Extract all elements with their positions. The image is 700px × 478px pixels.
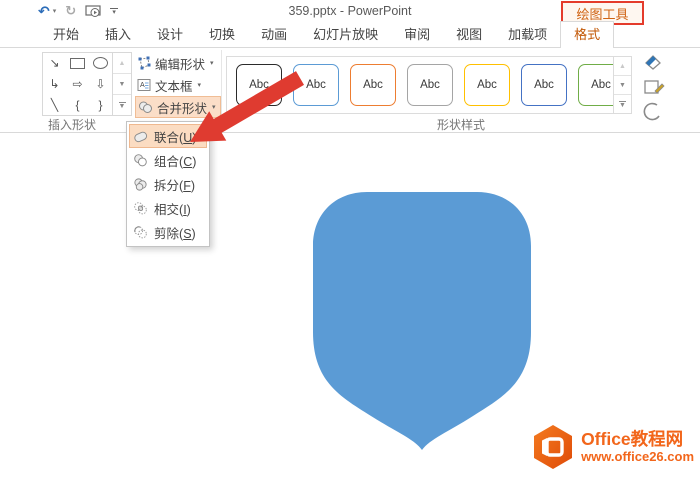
shape-styles-group-label: 形状样式: [391, 116, 531, 133]
tab-slideshow[interactable]: 幻灯片放映: [300, 22, 391, 47]
edit-shape-button[interactable]: 编辑形状 ▾: [135, 52, 221, 74]
ribbon-tab-row: 开始 插入 设计 切换 动画 幻灯片放映 审阅 视图 加载项 格式: [0, 22, 700, 48]
tab-insert[interactable]: 插入: [92, 22, 144, 47]
shape-effects-icon[interactable]: [641, 101, 665, 121]
tab-animations[interactable]: 动画: [248, 22, 300, 47]
tab-view[interactable]: 视图: [443, 22, 495, 47]
merge-shapes-button[interactable]: 合并形状 ▾: [135, 96, 221, 118]
shape-fill-icon[interactable]: [641, 53, 665, 73]
merge-shapes-icon: [138, 100, 153, 114]
shape-oval-icon[interactable]: [89, 53, 112, 74]
shapes-scroll-up-button[interactable]: ▲: [113, 53, 131, 74]
merge-shapes-label: 合并形状: [157, 98, 207, 117]
merge-shapes-menu: 联合(U) 组合(C) 拆分(F) 相交(I) 剪除(S): [126, 121, 210, 247]
combine-icon: [133, 153, 148, 168]
svg-text:A: A: [140, 82, 145, 89]
watermark-logo: Office教程网 www.office26.com: [532, 424, 694, 470]
menu-item-combine[interactable]: 组合(C): [129, 148, 207, 172]
fragment-icon: [133, 177, 148, 192]
tab-addins[interactable]: 加载项: [495, 22, 560, 47]
shape-right-arrow-icon[interactable]: ⇨: [66, 74, 89, 95]
title-bar: ↶ ▾ ↻ ▾ 359.pptx - PowerPoint 绘图工具: [0, 0, 700, 22]
edit-shape-icon: [137, 56, 151, 70]
shape-left-brace-icon[interactable]: {: [66, 94, 89, 115]
shapes-scroll-down-button[interactable]: ▼: [113, 74, 131, 95]
shape-right-brace-icon[interactable]: }: [89, 94, 112, 115]
shape-style-preset[interactable]: Abc: [350, 64, 396, 106]
shape-style-preset[interactable]: Abc: [521, 64, 567, 106]
shape-styles-gallery: Abc Abc Abc Abc Abc Abc Abc: [226, 56, 614, 114]
text-box-button[interactable]: A 文本框 ▾: [135, 74, 221, 96]
text-box-label: 文本框: [155, 76, 193, 95]
menu-item-subtract[interactable]: 剪除(S): [129, 220, 207, 244]
text-box-icon: A: [137, 78, 151, 92]
union-icon: [133, 129, 148, 144]
blue-balloon-shape[interactable]: [313, 192, 531, 450]
styles-gallery-scrollbar: ▲ ▼ ▼: [613, 56, 632, 114]
tab-review[interactable]: 审阅: [391, 22, 443, 47]
shape-line-icon[interactable]: ↘: [43, 53, 66, 74]
shape-style-preset[interactable]: Abc: [236, 64, 282, 106]
balloon-path: [313, 192, 531, 450]
edit-shape-label: 编辑形状: [155, 54, 205, 73]
styles-gallery-more-button[interactable]: ▼: [614, 95, 631, 113]
chevron-down-icon: ▾: [212, 103, 216, 111]
tab-home[interactable]: 开始: [40, 22, 92, 47]
shape-style-preset[interactable]: Abc: [407, 64, 453, 106]
shape-curve-icon[interactable]: ╲: [43, 94, 66, 115]
styles-scroll-up-button[interactable]: ▲: [614, 57, 631, 76]
chevron-down-icon: ▾: [198, 81, 202, 89]
shape-elbow-connector-icon[interactable]: ↳: [43, 74, 66, 95]
tab-transitions[interactable]: 切换: [196, 22, 248, 47]
tab-format[interactable]: 格式: [560, 21, 614, 48]
subtract-icon: [133, 225, 148, 240]
shape-down-arrow-icon[interactable]: ⇩: [89, 74, 112, 95]
tab-design[interactable]: 设计: [144, 22, 196, 47]
chevron-down-icon: ▾: [210, 59, 214, 67]
menu-item-fragment[interactable]: 拆分(F): [129, 172, 207, 196]
intersect-icon: [133, 201, 148, 216]
shape-rectangle-icon[interactable]: [66, 53, 89, 74]
shape-style-preset[interactable]: Abc: [464, 64, 510, 106]
shape-style-preset[interactable]: Abc: [293, 64, 339, 106]
ribbon: ↘ ↳ ⇨ ⇩ ╲ { } ▲ ▼ ▼ 编: [0, 48, 700, 133]
styles-scroll-down-button[interactable]: ▼: [614, 76, 631, 95]
insert-shapes-group-label: 插入形状: [48, 116, 96, 133]
watermark-url[interactable]: www.office26.com: [581, 450, 694, 464]
menu-item-intersect[interactable]: 相交(I): [129, 196, 207, 220]
office-hexagon-icon: [532, 424, 574, 470]
shape-outline-icon[interactable]: [641, 77, 665, 97]
shapes-gallery-more-button[interactable]: ▼: [113, 95, 131, 115]
menu-item-union[interactable]: 联合(U): [129, 124, 207, 148]
watermark-brand: Office教程网: [581, 430, 694, 448]
insert-shapes-gallery: ↘ ↳ ⇨ ⇩ ╲ { } ▲ ▼ ▼: [42, 52, 132, 116]
